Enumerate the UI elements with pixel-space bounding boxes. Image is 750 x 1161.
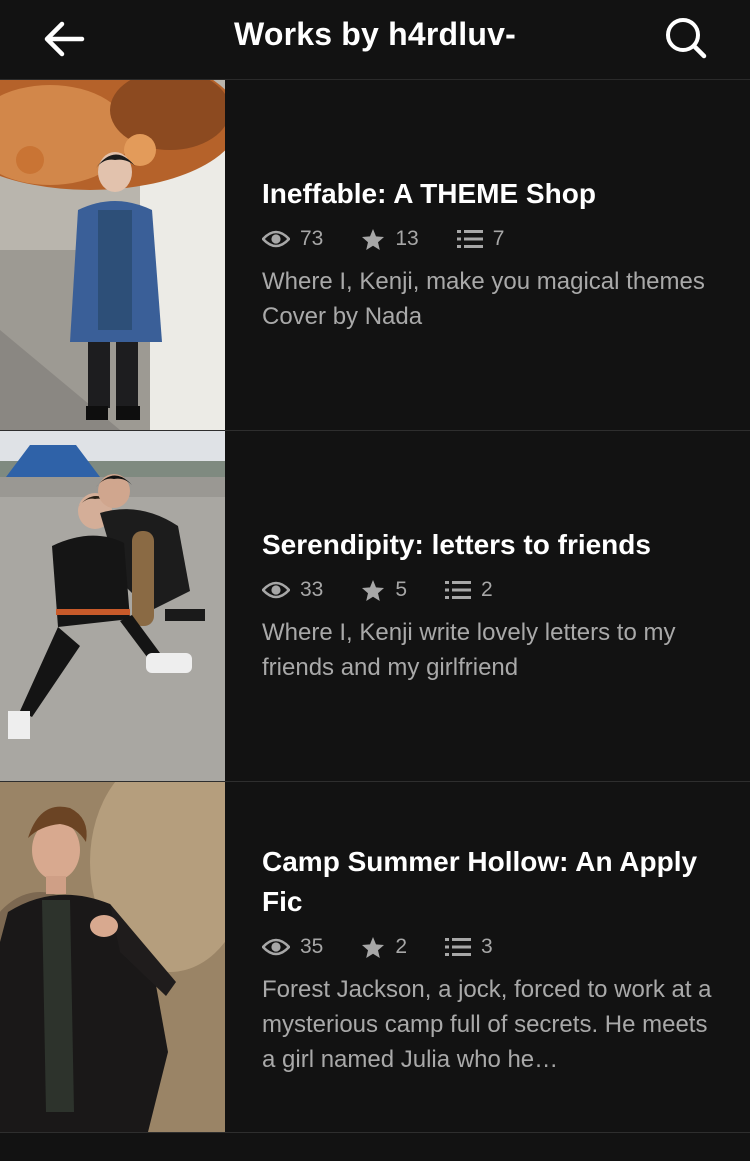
story-title[interactable]: Ineffable: A THEME Shop <box>262 174 720 214</box>
views-stat: 35 <box>262 935 323 959</box>
list-icon <box>456 230 483 248</box>
votes-stat: 13 <box>361 227 419 251</box>
views-count: 33 <box>300 578 324 601</box>
story-stats: 73 13 7 <box>262 224 720 254</box>
story-row[interactable]: Camp Summer Hollow: An Apply Fic 35 2 3 … <box>0 782 750 1133</box>
story-cover-image[interactable] <box>0 80 225 430</box>
star-icon <box>362 936 385 958</box>
eye-icon <box>262 581 290 599</box>
votes-count: 2 <box>395 935 408 958</box>
story-cover-image[interactable] <box>0 782 225 1132</box>
story-info: Serendipity: letters to friends 33 5 2 W… <box>262 525 720 685</box>
votes-stat: 5 <box>361 578 407 602</box>
star-icon <box>362 579 385 601</box>
views-stat: 73 <box>262 227 323 251</box>
story-row[interactable]: Serendipity: letters to friends 33 5 2 W… <box>0 431 750 782</box>
eye-icon <box>262 230 290 248</box>
parts-stat: 2 <box>445 578 493 602</box>
list-icon <box>445 938 472 956</box>
story-title[interactable]: Camp Summer Hollow: An Apply Fic <box>262 842 720 922</box>
parts-stat: 3 <box>445 935 493 959</box>
parts-count: 7 <box>492 227 505 250</box>
story-stats: 33 5 2 <box>262 575 720 605</box>
story-list: Ineffable: A THEME Shop 73 13 7 Where I,… <box>0 80 750 1133</box>
views-count: 35 <box>300 935 324 958</box>
search-button[interactable] <box>660 12 712 64</box>
story-cover-image[interactable] <box>0 431 225 781</box>
list-icon <box>445 581 472 599</box>
page-title: Works by h4rdluv- <box>234 16 516 52</box>
top-bar: Works by h4rdluv- <box>0 0 750 80</box>
story-info: Ineffable: A THEME Shop 73 13 7 Where I,… <box>262 174 720 334</box>
parts-count: 3 <box>481 935 493 958</box>
story-stats: 35 2 3 <box>262 932 720 962</box>
votes-stat: 2 <box>361 935 407 959</box>
story-description: Where I, Kenji, make you magical themes … <box>262 268 705 330</box>
story-description: Where I, Kenji write lovely letters to m… <box>262 619 676 681</box>
star-icon <box>362 228 385 250</box>
views-count: 73 <box>300 227 324 250</box>
story-title[interactable]: Serendipity: letters to friends <box>262 525 720 565</box>
views-stat: 33 <box>262 578 323 602</box>
story-info: Camp Summer Hollow: An Apply Fic 35 2 3 … <box>262 842 720 1077</box>
search-icon <box>666 18 707 59</box>
parts-stat: 7 <box>456 227 505 251</box>
story-row[interactable]: Ineffable: A THEME Shop 73 13 7 Where I,… <box>0 80 750 431</box>
votes-count: 13 <box>395 227 419 250</box>
eye-icon <box>262 938 290 956</box>
story-description: Forest Jackson, a jock, forced to work a… <box>262 976 712 1073</box>
parts-count: 2 <box>481 578 493 601</box>
votes-count: 5 <box>395 578 408 601</box>
